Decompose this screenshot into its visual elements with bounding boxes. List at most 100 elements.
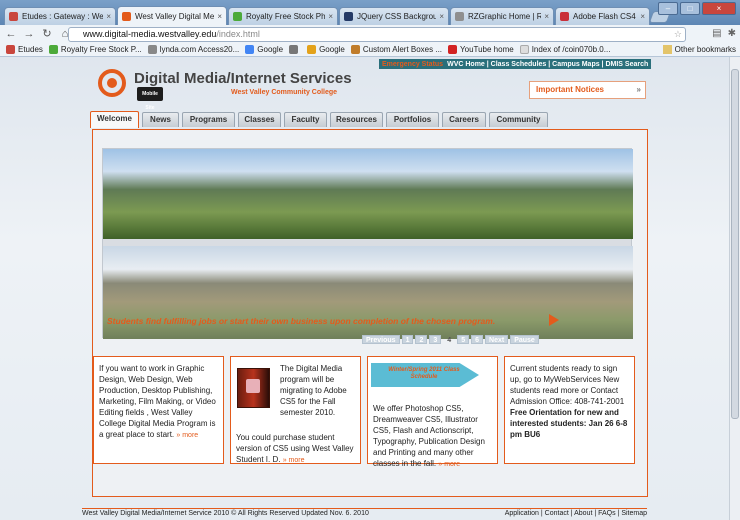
tab-classes[interactable]: Classes — [238, 112, 281, 127]
bookmark-item[interactable]: Etudes — [6, 45, 43, 54]
pager-pause[interactable]: Pause — [510, 335, 539, 344]
footer-links[interactable]: Application | Contact | About | FAQs | S… — [505, 510, 647, 517]
info-text: We offer Photoshop CS5, Dreamweaver CS5,… — [373, 404, 485, 468]
tab-community[interactable]: Community — [489, 112, 548, 127]
close-tab-icon[interactable]: × — [328, 12, 333, 21]
info-box-cs5-text2: You could purchase student version of CS… — [236, 432, 358, 466]
maximize-button[interactable]: □ — [680, 2, 700, 15]
favicon-icon — [6, 45, 15, 54]
url-path: /index.html — [216, 29, 260, 39]
address-bar[interactable]: www.digital-media.westvalley.edu/index.h… — [68, 27, 686, 42]
play-arrow-icon[interactable] — [549, 314, 559, 326]
vertical-scrollbar[interactable] — [729, 57, 740, 520]
tab-resources[interactable]: Resources — [330, 112, 383, 127]
close-window-button[interactable]: × — [702, 2, 736, 15]
slideshow-pager: Previous 1 2 3 4 5 6 Next Pause — [362, 335, 539, 344]
favicon-icon — [307, 45, 317, 54]
other-bookmarks[interactable]: Other bookmarks — [662, 45, 736, 54]
chevron-down-icon: » — [636, 85, 641, 94]
more-link[interactable]: » more — [283, 457, 305, 464]
favicon-icon — [9, 12, 18, 21]
class-schedule-label[interactable]: Winter/Spring 2011 Class Schedule — [379, 367, 469, 381]
banner-caption: Students find fulfilling jobs or start t… — [107, 316, 496, 326]
browser-tab-royalty[interactable]: Royalty Free Stock Phot...× — [228, 7, 338, 25]
pager-page[interactable]: 6 — [471, 335, 484, 344]
bookmark-item[interactable]: Royalty Free Stock P... — [48, 45, 142, 54]
browser-tab-etudes[interactable]: Etudes : Gateway : Welc...× — [4, 7, 116, 25]
top-links[interactable]: Emergency Status WVC Home | Class Schedul… — [379, 59, 652, 69]
bookmark-star-icon[interactable]: ☆ — [674, 28, 682, 41]
close-tab-icon[interactable]: × — [544, 12, 549, 21]
emergency-status-link[interactable]: Emergency Status — [382, 61, 443, 68]
more-link[interactable]: » more — [176, 432, 198, 439]
bookmark-item[interactable]: Google — [245, 45, 283, 54]
tab-welcome[interactable]: Welcome — [90, 111, 139, 128]
mobile-site-button[interactable]: Mobile Site — [137, 87, 163, 111]
info-box-students: Current students ready to sign up, go to… — [504, 356, 635, 464]
youtube-icon — [448, 45, 458, 54]
info-text: Current students ready to sign up, go to… — [510, 364, 625, 406]
top-links-text[interactable]: WVC Home | Class Schedules | Campus Maps… — [447, 61, 648, 68]
page-menu-icon[interactable]: ▤ — [712, 28, 721, 39]
info-text: The Digital Media program will be migrat… — [280, 364, 347, 417]
bookmark-item[interactable]: lynda.com Access20... — [147, 45, 239, 54]
bookmark-item[interactable]: YouTube home — [448, 45, 514, 54]
site-title: Digital Media/Internet Services — [134, 70, 352, 87]
bookmark-item[interactable]: Google — [307, 45, 345, 54]
tab-portfolios[interactable]: Portfolios — [386, 112, 439, 127]
close-tab-icon[interactable]: × — [106, 12, 111, 21]
favicon-icon — [245, 45, 255, 54]
wrench-icon[interactable]: ✱ — [728, 28, 736, 39]
scrollbar-thumb[interactable] — [731, 69, 739, 419]
close-tab-icon[interactable]: × — [640, 12, 645, 21]
favicon-icon — [48, 45, 58, 54]
url-host: www.digital-media.westvalley.edu — [83, 29, 217, 39]
bookmark-item[interactable]: Custom Alert Boxes ... — [350, 45, 442, 54]
pager-page[interactable]: 5 — [457, 335, 470, 344]
browser-tab-rzgraphic[interactable]: RZGraphic Home | Rebe...× — [450, 7, 554, 25]
info-text: If you want to work in Graphic Design, W… — [99, 364, 216, 439]
adobe-cs5-box-image — [237, 368, 270, 408]
browser-tab-west-valley[interactable]: West Valley Digital Med...× — [117, 6, 227, 25]
pager-page-current: 4 — [447, 337, 452, 344]
favicon-icon — [122, 11, 131, 21]
pager-next[interactable]: Next — [485, 335, 509, 344]
toolbar-icons: ▤ ✱ — [712, 28, 736, 39]
forward-arrow-icon[interactable]: → — [22, 27, 36, 41]
bookmark-item[interactable] — [289, 45, 301, 54]
back-arrow-icon[interactable]: ← — [4, 27, 18, 41]
footer-copyright: West Valley Digital Media/Internet Servi… — [82, 510, 369, 517]
bookmark-item[interactable]: Index of /coin070b.0... — [519, 45, 610, 54]
tab-programs[interactable]: Programs — [182, 112, 235, 127]
mountain-landscape-image — [103, 149, 633, 239]
browser-tab-jquery[interactable]: JQuery CSS Backgroun...× — [339, 7, 449, 25]
tab-faculty[interactable]: Faculty — [284, 112, 327, 127]
favicon-icon — [455, 12, 464, 21]
pager-page[interactable]: 3 — [429, 335, 442, 344]
important-notices-dropdown[interactable]: Important Notices» — [529, 81, 646, 99]
page-viewport: Emergency Status WVC Home | Class Schedul… — [0, 57, 729, 520]
slideshow-banner[interactable]: Students find fulfilling jobs or start t… — [102, 148, 633, 339]
browser-tab-adobe[interactable]: Adobe Flash CS4 Profes...× — [555, 7, 650, 25]
browser-tab-strip: Etudes : Gateway : Welc...× West Valley … — [0, 0, 740, 25]
reload-icon[interactable]: ↻ — [40, 27, 54, 41]
pager-page[interactable]: 2 — [415, 335, 428, 344]
pager-previous[interactable]: Previous — [362, 335, 400, 344]
tab-careers[interactable]: Careers — [442, 112, 486, 127]
ruins-landscape-image: Students find fulfilling jobs or start t… — [103, 246, 633, 339]
window-controls: – □ × — [658, 2, 736, 15]
pager-page[interactable]: 1 — [401, 335, 414, 344]
bookmarks-bar: Etudes Royalty Free Stock P... lynda.com… — [0, 43, 740, 57]
college-name: West Valley Community College — [231, 89, 338, 96]
favicon-icon — [560, 12, 569, 21]
folder-icon — [662, 45, 672, 54]
more-link[interactable]: » more — [438, 461, 460, 468]
favicon-icon — [344, 12, 353, 21]
mail-icon — [289, 45, 299, 54]
minimize-button[interactable]: – — [658, 2, 678, 15]
page-icon — [519, 45, 529, 54]
close-tab-icon[interactable]: × — [439, 12, 444, 21]
tab-news[interactable]: News — [142, 112, 179, 127]
site-logo-icon[interactable] — [98, 69, 126, 97]
close-tab-icon[interactable]: × — [217, 12, 222, 21]
